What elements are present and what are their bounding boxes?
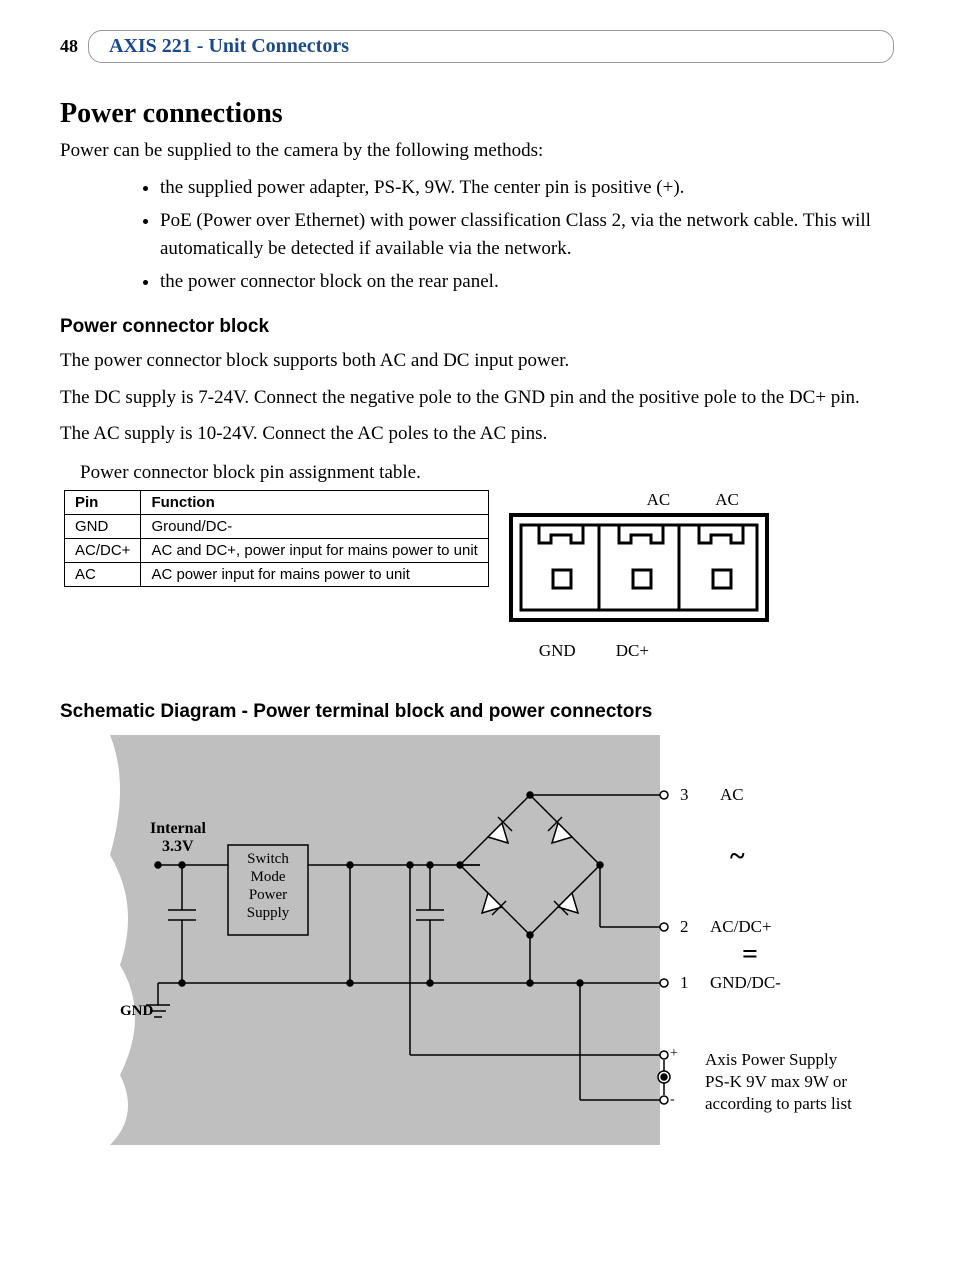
ps-label: Axis Power Supply: [705, 1050, 838, 1069]
methods-list: the supplied power adapter, PS-K, 9W. Th…: [60, 174, 894, 296]
page-header: 48 AXIS 221 - Unit Connectors: [60, 30, 894, 63]
table-row: AC AC power input for mains power to uni…: [65, 562, 489, 586]
gnd-label: GND: [120, 1003, 154, 1019]
table-row: GND Ground/DC-: [65, 514, 489, 538]
connector-label-ac: AC: [715, 490, 739, 510]
dc-symbol-icon: =: [742, 939, 758, 970]
connector-label-gnd: GND: [539, 641, 576, 661]
smps-label: Switch: [247, 851, 289, 867]
table-row: AC/DC+ AC and DC+, power input for mains…: [65, 538, 489, 562]
plus-label: +: [670, 1046, 678, 1061]
table-cell: AC power input for mains power to unit: [141, 562, 488, 586]
table-cell: AC and DC+, power input for mains power …: [141, 538, 488, 562]
terminal-num: 3: [680, 785, 689, 804]
intro-text: Power can be supplied to the camera by t…: [60, 140, 894, 162]
list-item: the power connector block on the rear pa…: [160, 268, 894, 297]
subheading-schematic: Schematic Diagram - Power terminal block…: [60, 701, 894, 723]
list-item: PoE (Power over Ethernet) with power cla…: [160, 207, 894, 264]
connector-block-diagram: AC AC GND DC+: [509, 490, 769, 661]
label-voltage: 3.3V: [162, 838, 194, 855]
connector-label-dcplus: DC+: [616, 641, 649, 661]
ps-label: PS-K 9V max 9W or: [705, 1072, 847, 1091]
terminal-label: GND/DC-: [710, 973, 781, 992]
ac-symbol-icon: ~: [730, 841, 745, 872]
pin-assignment-table: Pin Function GND Ground/DC- AC/DC+ AC an…: [64, 490, 489, 587]
main-heading: Power connections: [60, 98, 894, 130]
terminal-label: AC/DC+: [710, 917, 772, 936]
body-text: The DC supply is 7-24V. Connect the nega…: [60, 385, 894, 412]
table-header: Function: [141, 490, 488, 514]
smps-label: Power: [249, 887, 287, 903]
smps-label: Supply: [247, 905, 290, 921]
table-header-row: Pin Function: [65, 490, 489, 514]
schematic-diagram: Internal 3.3V Switch Mode Power Supply G…: [110, 735, 894, 1150]
subheading-block: Power connector block: [60, 316, 894, 338]
connector-svg: [509, 510, 769, 630]
header-title: AXIS 221 - Unit Connectors: [88, 30, 894, 63]
body-text: The AC supply is 10-24V. Connect the AC …: [60, 421, 894, 448]
ps-label: according to parts list: [705, 1094, 852, 1113]
table-caption: Power connector block pin assignment tab…: [80, 462, 894, 484]
list-item: the supplied power adapter, PS-K, 9W. Th…: [160, 174, 894, 203]
table-cell: Ground/DC-: [141, 514, 488, 538]
terminal-num: 2: [680, 917, 689, 936]
table-header: Pin: [65, 490, 141, 514]
minus-label: -: [670, 1092, 675, 1107]
terminal-label: AC: [720, 785, 744, 804]
table-cell: AC/DC+: [65, 538, 141, 562]
body-text: The power connector block supports both …: [60, 348, 894, 375]
table-cell: GND: [65, 514, 141, 538]
connector-label-ac: AC: [647, 490, 671, 510]
label-internal: Internal: [150, 820, 207, 837]
smps-label: Mode: [251, 869, 286, 885]
table-cell: AC: [65, 562, 141, 586]
page-number: 48: [60, 36, 78, 57]
terminal-num: 1: [680, 973, 689, 992]
